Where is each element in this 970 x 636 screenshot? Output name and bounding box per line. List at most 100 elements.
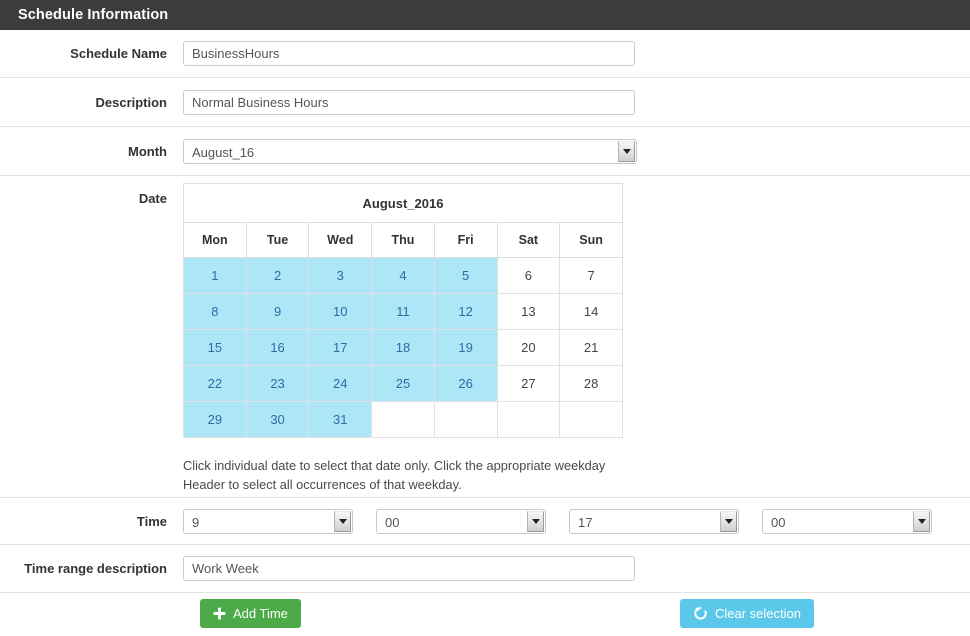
actions-area: Add Time Clear selection (183, 593, 970, 635)
panel-header: Schedule Information (0, 0, 970, 30)
calendar-day-cell[interactable]: 13 (497, 294, 560, 330)
month-label: Month (0, 144, 183, 159)
calendar-week-row: 22232425262728 (184, 366, 623, 402)
date-label: Date (0, 176, 183, 206)
actions-row: Add Time Clear selection (0, 593, 970, 635)
add-time-button[interactable]: Add Time (200, 599, 301, 628)
calendar-day-cell[interactable]: 6 (497, 258, 560, 294)
calendar-day-cell[interactable]: 12 (434, 294, 497, 330)
calendar-day-cell[interactable]: 16 (246, 330, 309, 366)
calendar-day-cell[interactable]: 5 (434, 258, 497, 294)
calendar-day-cell[interactable]: 4 (372, 258, 435, 294)
calendar-week-row: 1234567 (184, 258, 623, 294)
date-field-area: August_2016 MonTueWedThuFriSatSun 123456… (183, 176, 970, 494)
calendar-day-cell[interactable]: 2 (246, 258, 309, 294)
time-selects-area: 9 00 17 00 (183, 509, 970, 534)
description-row: Description (0, 78, 970, 127)
time-row: Time 9 00 17 00 (0, 498, 970, 545)
calendar-day-cell[interactable]: 7 (560, 258, 623, 294)
calendar-week-row: 293031 (184, 402, 623, 438)
calendar-day-empty (372, 402, 435, 438)
time-range-description-label: Time range description (0, 561, 183, 576)
month-select[interactable]: August_16 (183, 139, 637, 164)
calendar-day-empty (497, 402, 560, 438)
chevron-down-icon[interactable] (334, 511, 351, 532)
schedule-information-panel: Schedule Information Schedule Name Descr… (0, 0, 970, 636)
calendar-day-cell[interactable]: 15 (184, 330, 247, 366)
clear-selection-button[interactable]: Clear selection (680, 599, 814, 628)
time-label: Time (0, 514, 183, 529)
panel-title: Schedule Information (18, 7, 168, 23)
clear-selection-button-label: Clear selection (715, 606, 801, 621)
calendar-day-empty (560, 402, 623, 438)
calendar-day-cell[interactable]: 24 (309, 366, 372, 402)
calendar-body: August_2016 MonTueWedThuFriSatSun 123456… (184, 184, 623, 438)
chevron-down-icon[interactable] (720, 511, 737, 532)
time-range-description-input[interactable] (183, 556, 635, 581)
chevron-down-icon[interactable] (527, 511, 544, 532)
calendar-day-cell[interactable]: 28 (560, 366, 623, 402)
calendar-day-cell[interactable]: 22 (184, 366, 247, 402)
calendar-weekday-header-wed[interactable]: Wed (309, 223, 372, 258)
calendar-day-cell[interactable]: 11 (372, 294, 435, 330)
calendar-day-cell[interactable]: 21 (560, 330, 623, 366)
end-minute-select-value: 00 (763, 510, 931, 535)
calendar-day-cell[interactable]: 18 (372, 330, 435, 366)
schedule-name-label: Schedule Name (0, 46, 183, 61)
calendar-day-cell[interactable]: 29 (184, 402, 247, 438)
undo-arrow-icon (693, 606, 708, 621)
calendar-weekday-header-thu[interactable]: Thu (372, 223, 435, 258)
calendar-weekday-header-fri[interactable]: Fri (434, 223, 497, 258)
date-row: Date August_2016 MonTueWedThuFriSatSun 1… (0, 176, 970, 498)
calendar-day-cell[interactable]: 31 (309, 402, 372, 438)
description-field-area (183, 90, 970, 115)
calendar-day-cell[interactable]: 30 (246, 402, 309, 438)
calendar-weekday-header-row: MonTueWedThuFriSatSun (184, 223, 623, 258)
month-field-area: August_16 (183, 139, 970, 164)
schedule-name-row: Schedule Name (0, 30, 970, 78)
schedule-name-input[interactable] (183, 41, 635, 66)
add-time-button-label: Add Time (233, 606, 288, 621)
calendar-day-empty (434, 402, 497, 438)
calendar-weekday-header-mon[interactable]: Mon (184, 223, 247, 258)
calendar-weekday-header-sun[interactable]: Sun (560, 223, 623, 258)
month-select-value: August_16 (184, 140, 636, 165)
calendar-day-cell[interactable]: 19 (434, 330, 497, 366)
schedule-name-field-area (183, 41, 970, 66)
calendar-day-cell[interactable]: 27 (497, 366, 560, 402)
chevron-down-icon[interactable] (618, 141, 635, 162)
time-range-description-field-area (183, 556, 970, 581)
end-hour-select-value: 17 (570, 510, 738, 535)
month-row: Month August_16 (0, 127, 970, 176)
calendar-day-cell[interactable]: 9 (246, 294, 309, 330)
start-hour-select-value: 9 (184, 510, 352, 535)
time-range-description-row: Time range description (0, 545, 970, 593)
calendar-weekday-header-sat[interactable]: Sat (497, 223, 560, 258)
chevron-down-icon[interactable] (913, 511, 930, 532)
calendar-help-text: Click individual date to select that dat… (183, 456, 613, 494)
calendar-title-row: August_2016 (184, 184, 623, 223)
calendar-day-cell[interactable]: 26 (434, 366, 497, 402)
calendar-day-cell[interactable]: 3 (309, 258, 372, 294)
end-minute-select[interactable]: 00 (762, 509, 932, 534)
calendar-day-cell[interactable]: 23 (246, 366, 309, 402)
calendar-table: August_2016 MonTueWedThuFriSatSun 123456… (183, 183, 623, 438)
calendar-day-cell[interactable]: 1 (184, 258, 247, 294)
start-hour-select[interactable]: 9 (183, 509, 353, 534)
end-hour-select[interactable]: 17 (569, 509, 739, 534)
calendar-title: August_2016 (184, 184, 623, 223)
calendar-day-cell[interactable]: 10 (309, 294, 372, 330)
description-label: Description (0, 95, 183, 110)
calendar-week-row: 15161718192021 (184, 330, 623, 366)
start-minute-select[interactable]: 00 (376, 509, 546, 534)
calendar-week-row: 891011121314 (184, 294, 623, 330)
calendar-weekday-header-tue[interactable]: Tue (246, 223, 309, 258)
calendar-day-cell[interactable]: 20 (497, 330, 560, 366)
calendar-day-cell[interactable]: 14 (560, 294, 623, 330)
plus-icon (213, 607, 226, 620)
calendar-day-cell[interactable]: 17 (309, 330, 372, 366)
calendar-day-cell[interactable]: 8 (184, 294, 247, 330)
description-input[interactable] (183, 90, 635, 115)
start-minute-select-value: 00 (377, 510, 545, 535)
calendar-day-cell[interactable]: 25 (372, 366, 435, 402)
